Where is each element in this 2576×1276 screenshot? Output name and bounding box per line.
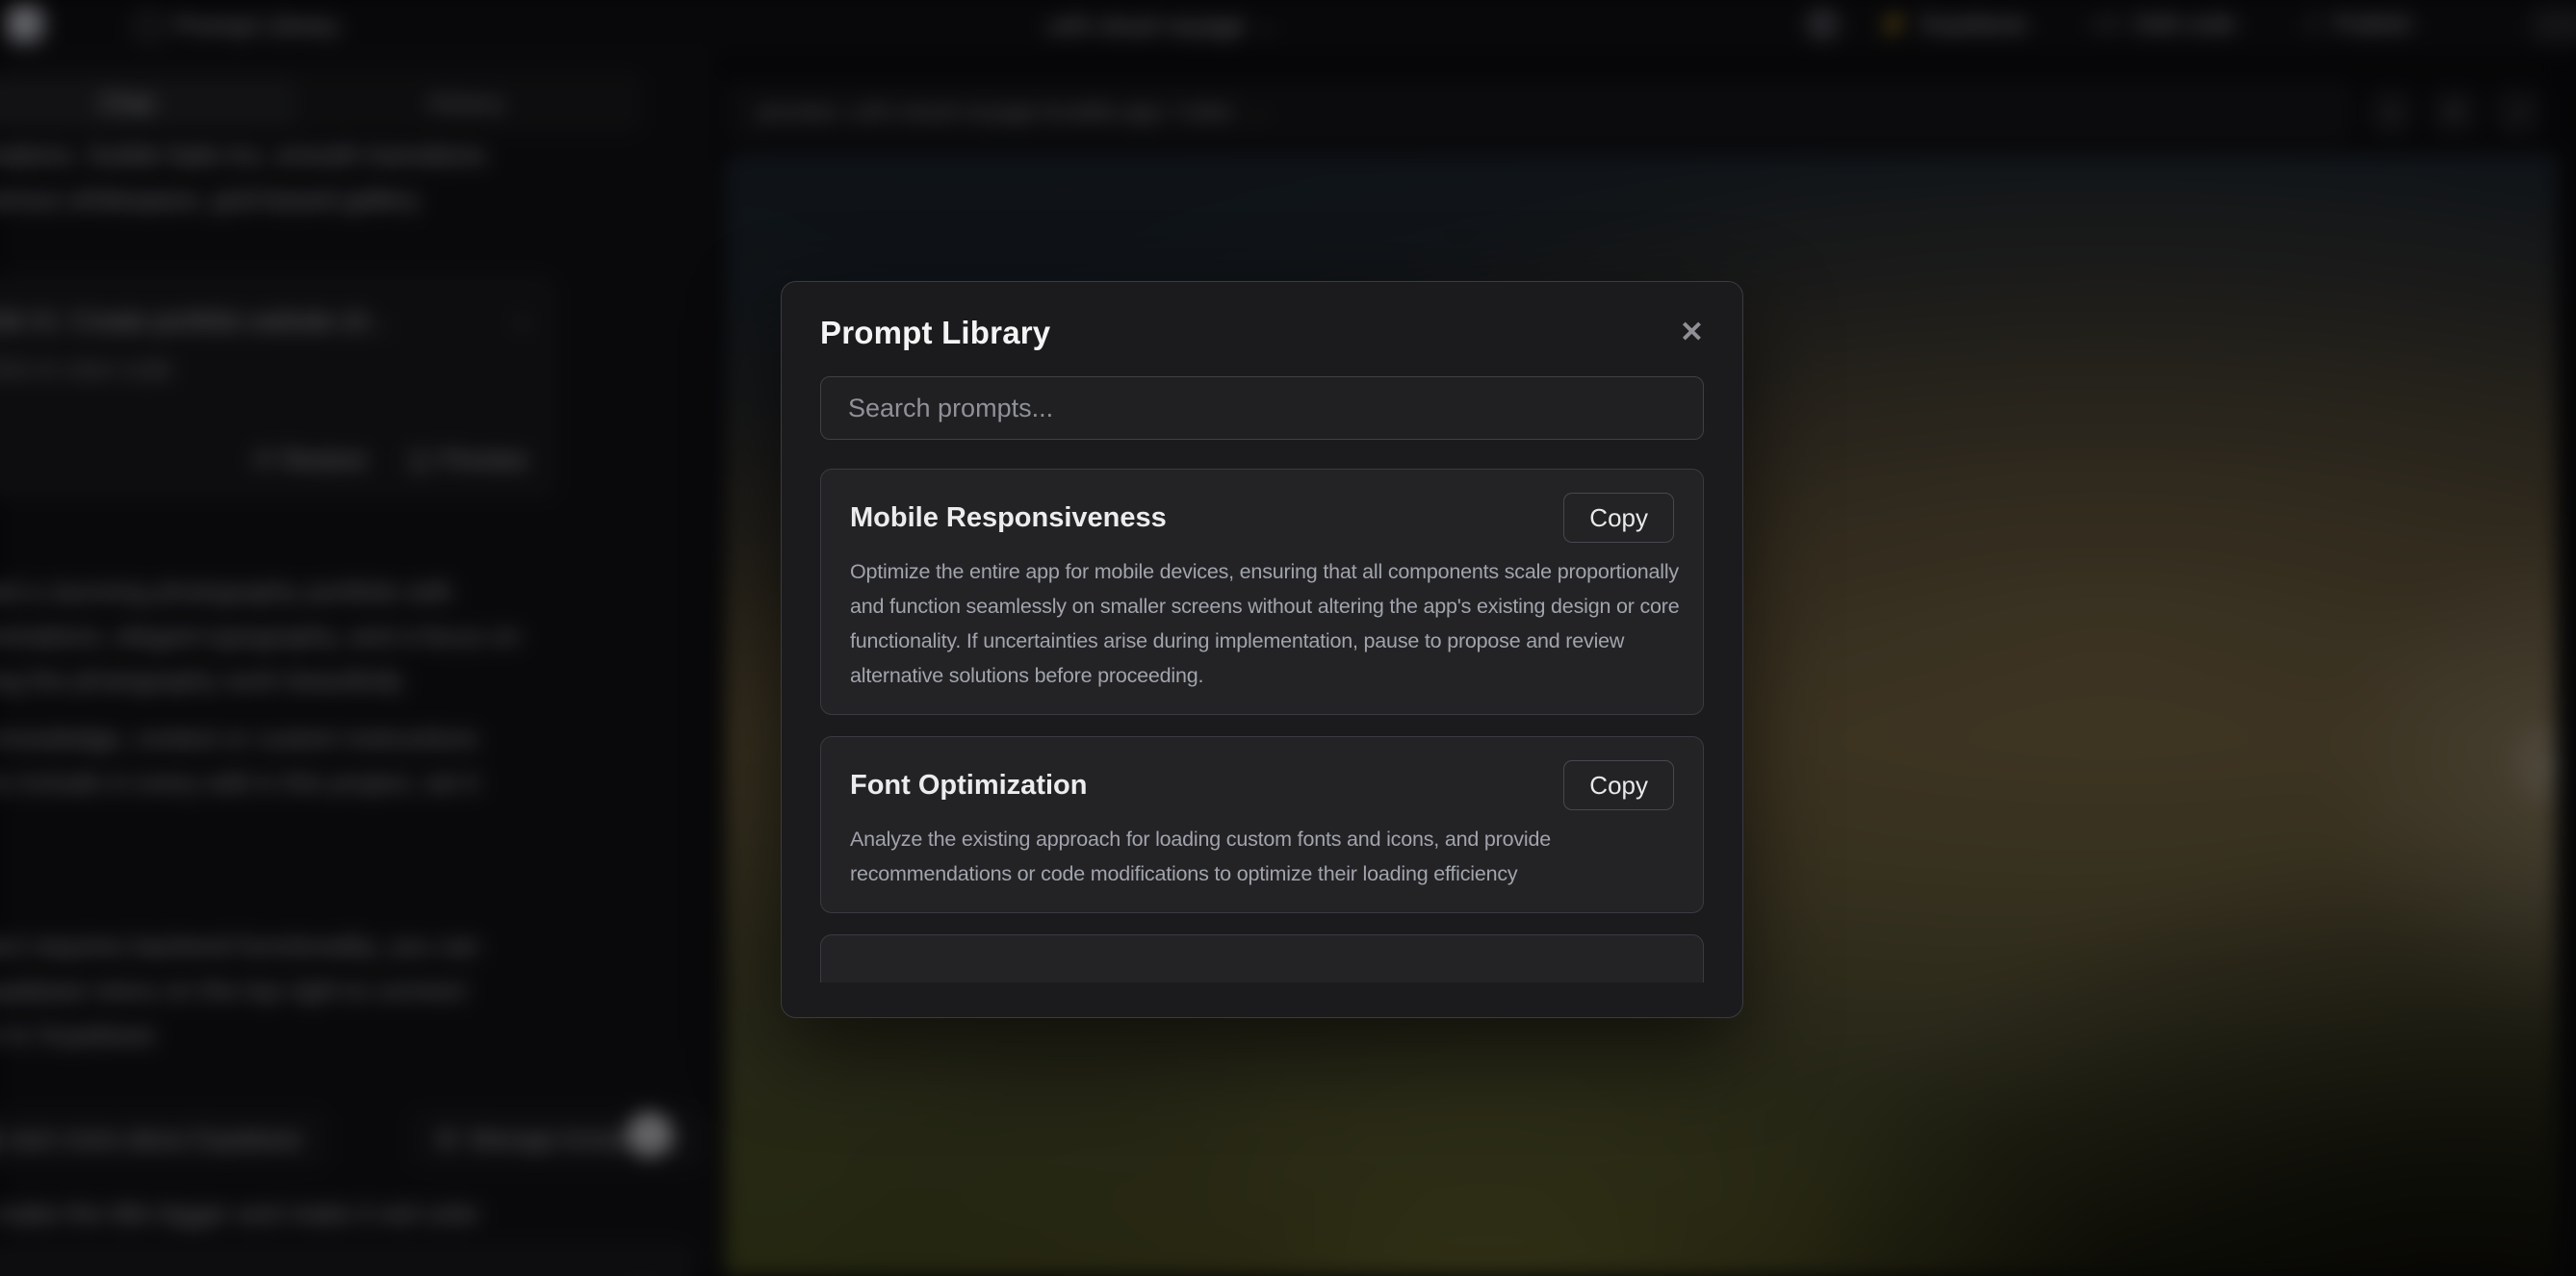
- close-icon[interactable]: ✕: [1680, 319, 1704, 347]
- prompt-card: Mobile Responsiveness Copy Optimize the …: [820, 469, 1704, 715]
- prompt-description: Analyze the existing approach for loadin…: [850, 822, 1680, 891]
- prompt-title: Mobile Responsiveness: [850, 502, 1167, 534]
- copy-button[interactable]: Copy: [1563, 493, 1674, 543]
- prompt-library-modal: Prompt Library ✕ Mobile Responsiveness C…: [781, 281, 1743, 1018]
- prompt-description: Optimize the entire app for mobile devic…: [850, 554, 1680, 693]
- copy-button[interactable]: Copy: [1563, 760, 1674, 810]
- search-input[interactable]: [820, 376, 1704, 440]
- prompt-card: Font Optimization Copy Analyze the exist…: [820, 736, 1704, 913]
- prompt-title: Font Optimization: [850, 770, 1087, 802]
- prompt-list: Mobile Responsiveness Copy Optimize the …: [820, 469, 1704, 983]
- app-window: Prompt Library urth cloud voyage ⌄ ⚡ Sup…: [0, 0, 2576, 1276]
- prompt-card-partial: [820, 934, 1704, 983]
- modal-title: Prompt Library: [820, 315, 1050, 351]
